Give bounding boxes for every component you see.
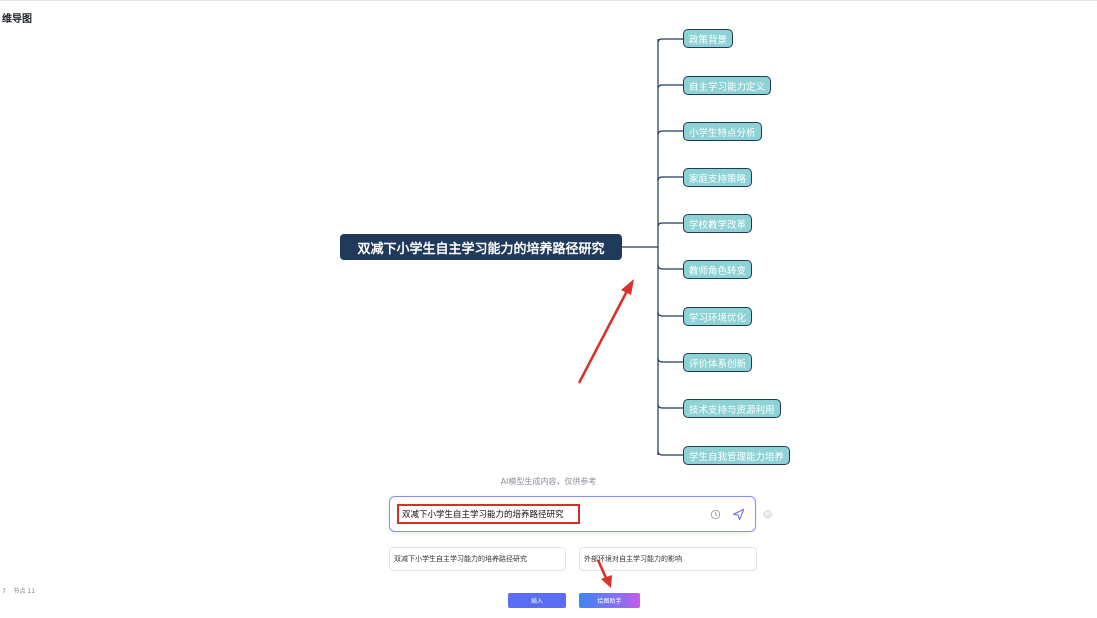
branch-connector <box>657 357 683 363</box>
branch-connector <box>657 176 683 182</box>
mindmap-node-self-management[interactable]: 学生自我管理能力培养 <box>683 446 791 465</box>
history-icon[interactable] <box>710 509 721 520</box>
node-count: 节点 11 <box>13 588 36 595</box>
suggestion-item[interactable]: 外部环境对自主学习能力的影响 <box>579 547 757 571</box>
suggestion-item[interactable]: 双减下小学生自主学习能力的培养路径研究 <box>389 547 566 571</box>
mindmap-node-teacher-role[interactable]: 教师角色转变 <box>683 260 753 279</box>
mindmap-node-policy-background[interactable]: 政策背景 <box>683 29 734 48</box>
mindmap-root-node[interactable]: 双减下小学生自主学习能力的培养路径研究 <box>340 234 622 260</box>
status-left-number: 7 <box>2 588 6 595</box>
mindmap-node-school-reform[interactable]: 学校教学改革 <box>683 214 753 233</box>
branch-connector <box>657 311 683 317</box>
branch-connector <box>657 264 683 270</box>
insert-button[interactable]: 插入 <box>508 593 566 608</box>
status-bar: 7 节点 11 <box>2 586 35 595</box>
branch-connector <box>657 450 683 456</box>
mindmap-node-family-support[interactable]: 家庭支持策略 <box>683 168 753 187</box>
branch-connector <box>657 84 683 90</box>
mindmap-node-autonomy-definition[interactable]: 自主学习能力定义 <box>683 76 772 95</box>
mindmap-node-student-traits[interactable]: 小学生特点分析 <box>683 122 762 141</box>
branch-connector <box>657 403 683 409</box>
mindmap-node-environment[interactable]: 学习环境优化 <box>683 307 753 326</box>
branch-connector <box>657 38 683 44</box>
mindmap-node-tech-resources[interactable]: 技术支持与资源利用 <box>683 399 781 418</box>
branch-connector <box>657 130 683 136</box>
branch-connector <box>657 222 683 228</box>
send-icon[interactable] <box>732 508 745 521</box>
prompt-input[interactable]: 双减下小学生自主学习能力的培养路径研究 <box>397 504 580 524</box>
ai-disclaimer: AI模型生成内容，仅供参考 <box>500 477 597 486</box>
drawing-assistant-button[interactable]: 绘图助手 <box>579 593 640 608</box>
prompt-box: 双减下小学生自主学习能力的培养路径研究 <box>389 496 756 532</box>
close-icon[interactable]: × <box>763 510 772 519</box>
mindmap-node-evaluation[interactable]: 评价体系创新 <box>683 353 753 372</box>
